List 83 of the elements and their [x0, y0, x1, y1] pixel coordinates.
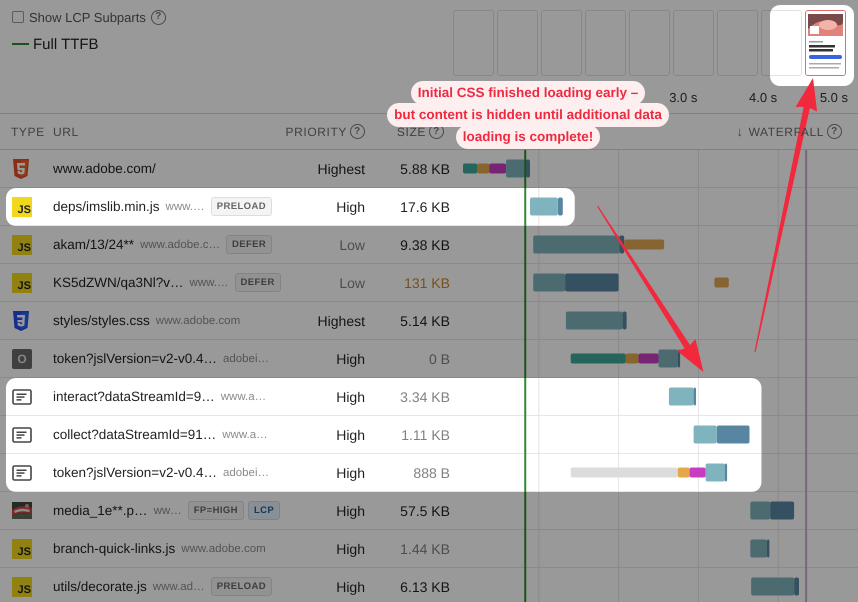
js-file-icon: JS: [12, 234, 32, 254]
callout-text: but content is hidden until additional data: [387, 103, 669, 127]
url-text[interactable]: media_1e**.p…: [53, 503, 148, 518]
js-file-icon: JS: [12, 538, 32, 558]
url-text[interactable]: www.adobe.com/: [53, 161, 156, 176]
axis-tick-label: 3.0 s: [669, 90, 698, 105]
domain-text: www.…: [166, 200, 205, 212]
file-icon: O: [12, 348, 32, 368]
js-file-icon: JS: [12, 196, 32, 216]
url-text[interactable]: deps/imslib.min.js: [53, 199, 160, 214]
column-header[interactable]: PRIORITY: [286, 124, 347, 138]
js-file-icon: JS: [12, 576, 32, 596]
resource-hint-label: PRELOAD: [210, 577, 272, 596]
domain-text: www.adobe.c…: [140, 238, 220, 250]
domain-text: www.adobe.com: [156, 314, 240, 326]
url-text[interactable]: KS5dZWN/qa3Nl?v…: [53, 275, 184, 290]
size-text: 1.44 KB: [400, 540, 450, 556]
url-text[interactable]: interact?dataStreamId=9…: [53, 389, 215, 404]
html-file-icon: [12, 158, 30, 178]
priority-text: Low: [339, 274, 365, 290]
size-text: 131 KB: [404, 274, 450, 290]
legend-label: Full TTFB: [33, 36, 99, 52]
url-text[interactable]: token?jslVersion=v2-v0.4…: [53, 351, 217, 366]
js-file-icon: JS: [12, 272, 32, 292]
url-text[interactable]: utils/decorate.js: [53, 579, 147, 594]
domain-text: adobei…: [222, 352, 270, 364]
help-icon[interactable]: ?: [150, 10, 166, 24]
size-text: 6.13 KB: [400, 578, 450, 594]
priority-text: High: [336, 540, 365, 556]
size-text: 0 B: [428, 350, 450, 366]
resource-hint-label: DEFER: [234, 273, 281, 292]
axis-tick-label: 4.0 s: [749, 90, 778, 105]
size-text: 17.6 KB: [400, 198, 450, 214]
url-text[interactable]: styles/styles.css: [53, 313, 150, 328]
size-text: 5.88 KB: [400, 160, 450, 176]
priority-text: High: [336, 464, 365, 480]
priority-text: High: [336, 198, 365, 214]
callout-text: Initial CSS finished loading early –: [410, 81, 646, 105]
sort-indicator[interactable]: ↓: [736, 124, 744, 139]
url-text[interactable]: collect?dataStreamId=91…: [53, 427, 216, 442]
priority-text: High: [336, 578, 365, 594]
domain-text: www.adobe.com: [181, 542, 266, 554]
help-icon[interactable]: ?: [350, 124, 365, 139]
document-icon: [12, 388, 32, 404]
checkbox-label[interactable]: Show LCP Subparts: [29, 10, 146, 24]
resource-hint-label: FP=HIGH: [188, 501, 244, 520]
priority-text: High: [336, 426, 365, 442]
filmstrip-frame[interactable]: [805, 10, 846, 76]
priority-text: Highest: [318, 312, 365, 328]
size-text: 1.11 KB: [401, 426, 450, 442]
column-header[interactable]: TYPE: [11, 124, 45, 138]
axis-tick-label: 5.0 s: [820, 90, 849, 105]
url-text[interactable]: token?jslVersion=v2-v0.4…: [53, 465, 217, 480]
size-text: 57.5 KB: [400, 502, 450, 518]
priority-text: High: [336, 350, 365, 366]
column-header[interactable]: SIZE: [396, 124, 426, 138]
url-text[interactable]: akam/13/24**: [53, 237, 134, 252]
legend-line: [12, 43, 29, 45]
priority-text: High: [336, 502, 365, 518]
lcp-label: LCP: [248, 501, 280, 520]
document-icon: [12, 426, 32, 442]
url-text[interactable]: branch-quick-links.js: [53, 541, 176, 556]
document-icon: [12, 464, 32, 480]
size-text: 3.34 KB: [400, 388, 450, 404]
checkbox[interactable]: [12, 11, 24, 23]
priority-text: Highest: [318, 160, 365, 176]
help-icon[interactable]: ?: [827, 124, 842, 139]
size-text: 888 B: [413, 464, 450, 480]
column-header[interactable]: URL: [53, 124, 79, 138]
callout-text: loading is complete!: [456, 125, 600, 149]
domain-text: www.…: [190, 276, 229, 288]
size-text: 9.38 KB: [400, 236, 450, 252]
domain-text: www.a…: [220, 390, 266, 402]
priority-text: High: [336, 388, 365, 404]
domain-text: ww…: [154, 504, 182, 516]
domain-text: adobei…: [222, 466, 270, 478]
css-file-icon: [12, 310, 30, 330]
size-text: 5.14 KB: [400, 312, 450, 328]
domain-text: www.ad…: [152, 580, 205, 592]
resource-hint-label: PRELOAD: [210, 197, 272, 216]
priority-text: Low: [339, 236, 365, 252]
resource-hint-label: DEFER: [226, 235, 272, 254]
domain-text: www.a…: [222, 428, 268, 440]
